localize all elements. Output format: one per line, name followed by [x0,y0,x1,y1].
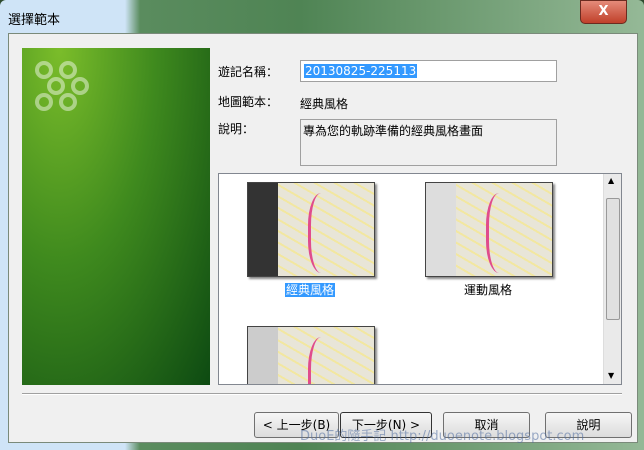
watermark: DuoE的隨手記 http://duoenote.blogspot.com [300,429,585,444]
scroll-thumb[interactable] [606,198,620,320]
divider [22,393,622,395]
desc-value: 專為您的軌跡準備的經典風格畫面 [303,124,484,138]
scroll-up-icon[interactable]: ▲ [608,176,614,185]
wizard-banner [22,48,210,385]
name-input[interactable]: 20130825-225113 [300,60,557,82]
name-label: 遊記名稱： [218,65,279,79]
desc-label: 說明： [218,122,255,136]
template-gallery[interactable]: 經典風格 運動風格 ▲ ▼ [218,173,622,385]
scroll-down-icon[interactable]: ▼ [608,371,614,380]
window-title: 選擇範本 [8,13,61,28]
close-button[interactable]: X [580,0,627,24]
desc-box: 專為您的軌跡準備的經典風格畫面 [300,119,557,166]
template-thumb-classic[interactable] [247,182,375,277]
template-caption[interactable]: 經典風格 [247,281,373,298]
template-thumb-sport[interactable] [425,182,553,277]
template-value: 經典風格 [300,97,349,111]
logo-icon [35,61,89,111]
scrollbar[interactable]: ▲ ▼ [603,174,621,384]
template-label: 地圖範本： [218,95,279,109]
template-caption[interactable]: 運動風格 [425,281,551,298]
template-thumb-3[interactable] [247,326,375,384]
name-value: 20130825-225113 [304,64,418,78]
